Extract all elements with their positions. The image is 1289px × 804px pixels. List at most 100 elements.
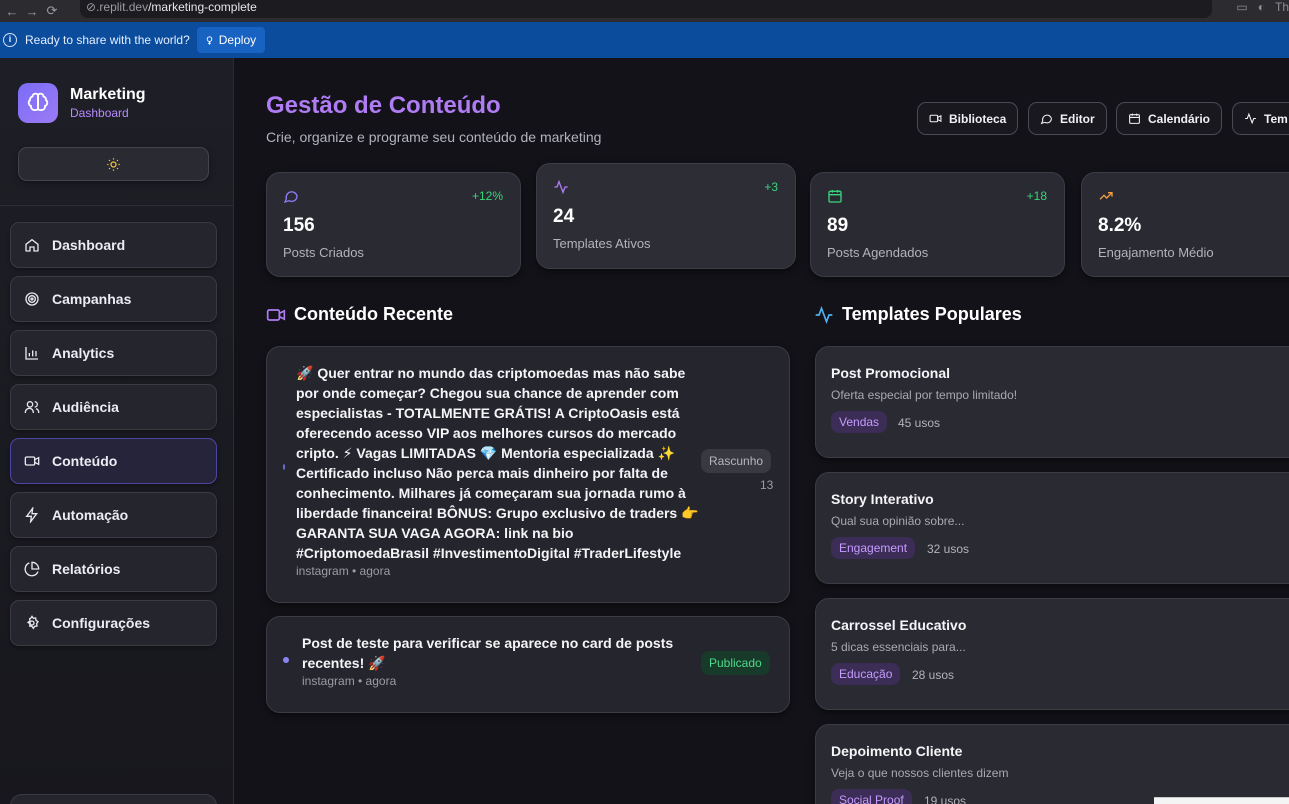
stat-card-posts-agendados: +18 89 Posts Agendados	[810, 172, 1065, 277]
sidebar-item-label: Relatórios	[52, 561, 121, 577]
target-icon	[25, 292, 39, 306]
home-icon	[25, 238, 39, 252]
stat-card-posts-criados: +12% 156 Posts Criados	[266, 172, 521, 277]
deploy-button-label: Deploy	[218, 33, 257, 47]
browser-right-text: Th	[1274, 0, 1289, 14]
stat-label: Templates Ativos	[553, 236, 651, 251]
template-name: Carrossel Educativo	[831, 617, 967, 633]
video-icon	[929, 114, 942, 123]
back-icon[interactable]: ←	[2, 4, 22, 19]
page-subtitle: Crie, organize e programe seu conteúdo d…	[266, 129, 602, 145]
recent-content-heading: Conteúdo Recente	[266, 304, 453, 325]
stat-card-templates-ativos: +3 24 Templates Ativos	[536, 163, 796, 269]
sidebar-item-automacao[interactable]: Automação	[10, 492, 217, 538]
editor-label: Editor	[1060, 111, 1095, 126]
template-uses: 32 usos	[927, 542, 970, 556]
calendario-button[interactable]: Calendário	[1116, 102, 1223, 135]
template-description: 5 dicas essenciais para...	[831, 640, 966, 654]
browser-actions: ▭ ◐ Th	[1236, 0, 1289, 14]
status-badge: Rascunho	[701, 449, 772, 473]
url-path: /marketing-complete	[148, 0, 257, 14]
sidebar-item-audiencia[interactable]: Audiência	[10, 384, 217, 430]
activity-icon	[815, 305, 833, 324]
post-card[interactable]: Post de teste para verificar se aparece …	[266, 616, 790, 713]
video-icon	[266, 308, 286, 321]
video-icon	[24, 456, 40, 466]
template-card[interactable]: Story Interativo Qual sua opinião sobre.…	[815, 472, 1289, 584]
template-name: Depoimento Cliente	[831, 743, 963, 759]
stat-delta: +18	[1026, 189, 1047, 203]
rocket-icon	[206, 35, 213, 45]
template-uses: 45 usos	[898, 416, 941, 430]
url-host: .replit.dev	[96, 0, 149, 14]
template-tag: Social Proof	[831, 789, 912, 804]
sidebar-item-label: Analytics	[52, 345, 115, 361]
reload-icon[interactable]: ⟳	[42, 3, 62, 19]
address-bar[interactable]: ⊘.replit.dev/marketing-complete	[80, 0, 1212, 18]
popular-templates-heading: Templates Populares	[814, 304, 1022, 325]
post-text: 🚀 Quer entrar no mundo das criptomoedas …	[296, 365, 699, 561]
zap-icon	[25, 507, 38, 523]
message-icon	[1040, 114, 1052, 125]
template-description: Qual sua opinião sobre...	[831, 514, 965, 528]
stat-delta: +3	[764, 180, 778, 194]
template-name: Story Interativo	[831, 491, 934, 507]
main-content: Gestão de Conteúdo Crie, organize e prog…	[235, 58, 1289, 804]
sidebar-item-relatorios[interactable]: Relatórios	[10, 546, 217, 592]
editor-button[interactable]: Editor	[1028, 102, 1107, 135]
calendar-icon	[828, 190, 842, 203]
activity-icon	[1245, 112, 1256, 125]
post-card[interactable]: 🚀 Quer entrar no mundo das criptomoedas …	[266, 346, 790, 603]
sidebar-item-label: Configurações	[52, 615, 151, 631]
sidebar-item-label: Automação	[52, 507, 129, 523]
template-description: Oferta especial por tempo limitado!	[831, 388, 1018, 402]
brand: Marketing Dashboard	[18, 83, 146, 123]
template-card[interactable]: Depoimento Cliente Veja o que nossos cli…	[815, 724, 1289, 804]
post-indicator	[283, 464, 285, 470]
sidebar-item-dashboard[interactable]: Dashboard	[10, 222, 217, 268]
templates-label: Tem	[1264, 111, 1288, 126]
post-count: 13	[760, 478, 774, 492]
deploy-button[interactable]: Deploy	[196, 27, 266, 53]
devices-icon[interactable]: ▭	[1236, 0, 1247, 14]
page-title: Gestão de Conteúdo	[266, 92, 501, 119]
template-uses: 28 usos	[912, 668, 955, 682]
templates-button[interactable]: Tem	[1232, 102, 1289, 135]
template-description: Veja o que nossos clientes dizem	[831, 766, 1009, 780]
trending-up-icon	[1099, 192, 1113, 200]
browser-popup[interactable]	[1154, 797, 1289, 804]
palette-icon[interactable]: ◐	[1258, 0, 1265, 14]
activity-icon	[554, 179, 568, 195]
browser-toolbar: ← → ⟳ ⊘.replit.dev/marketing-complete ▭ …	[0, 0, 1289, 22]
sun-icon	[107, 157, 120, 171]
forward-icon[interactable]: →	[22, 4, 42, 19]
template-name: Post Promocional	[831, 365, 951, 381]
settings-icon	[26, 615, 39, 630]
sidebar-divider	[0, 205, 233, 206]
sidebar-item-campanhas[interactable]: Campanhas	[10, 276, 217, 322]
template-card[interactable]: Post Promocional Oferta especial por tem…	[815, 346, 1289, 458]
sidebar-item-conteudo[interactable]: Conteúdo	[10, 438, 217, 484]
popular-templates-title: Templates Populares	[842, 304, 1022, 324]
post-text: Post de teste para verificar se aparece …	[302, 635, 674, 671]
brand-subtitle: Dashboard	[70, 106, 129, 120]
link-icon: ⊘	[86, 0, 97, 14]
message-icon	[283, 191, 298, 204]
template-card[interactable]: Carrossel Educativo 5 dicas essenciais p…	[815, 598, 1289, 710]
sidebar-item-configuracoes[interactable]: Configurações	[10, 600, 217, 646]
sidebar-item-label: Audiência	[52, 399, 119, 415]
post-meta: instagram • agora	[302, 674, 397, 688]
sidebar-item-label: Conteúdo	[52, 453, 118, 469]
recent-content-title: Conteúdo Recente	[294, 304, 454, 324]
info-icon: i	[3, 33, 17, 47]
sidebar-item-analytics[interactable]: Analytics	[10, 330, 217, 376]
pie-chart-icon	[24, 561, 40, 577]
users-icon	[24, 401, 40, 413]
stat-card-engajamento: + 8.2% Engajamento Médio	[1081, 172, 1289, 277]
calendar-icon	[1129, 113, 1140, 124]
biblioteca-button[interactable]: Biblioteca	[917, 102, 1019, 135]
sidebar-bottom-button[interactable]	[10, 794, 217, 804]
theme-toggle-button[interactable]	[18, 147, 209, 181]
stat-label: Engajamento Médio	[1098, 245, 1214, 260]
sidebar-item-label: Campanhas	[52, 291, 132, 307]
